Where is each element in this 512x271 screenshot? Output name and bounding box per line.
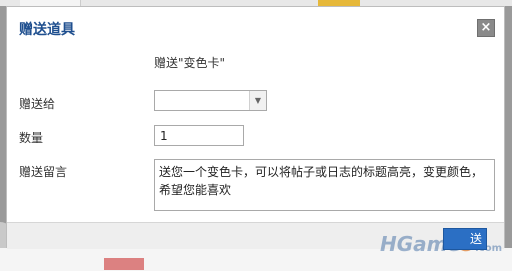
- close-icon: ×: [480, 20, 492, 35]
- dialog-title: 赠送道具: [19, 22, 75, 38]
- chevron-down-icon[interactable]: ▼: [249, 91, 266, 110]
- quantity-input[interactable]: [154, 125, 244, 146]
- message-textarea[interactable]: 送您一个变色卡，可以将帖子或日志的标题高亮，变更颜色，希望您能喜欢: [154, 159, 495, 211]
- close-button[interactable]: ×: [477, 19, 495, 37]
- recipient-select[interactable]: ▼: [154, 90, 267, 111]
- recipient-label: 赠送给: [19, 97, 56, 111]
- background-highlight: [104, 258, 144, 270]
- send-button[interactable]: 送: [443, 228, 487, 250]
- gift-item-dialog: 赠送道具 × 赠送"变色卡" 赠送给 ▼ 数量 赠送留言 送您一个变色卡，可以将…: [6, 6, 505, 249]
- message-label: 赠送留言: [19, 165, 68, 179]
- gift-item-name: 赠送"变色卡": [154, 56, 226, 70]
- quantity-label: 数量: [19, 131, 44, 145]
